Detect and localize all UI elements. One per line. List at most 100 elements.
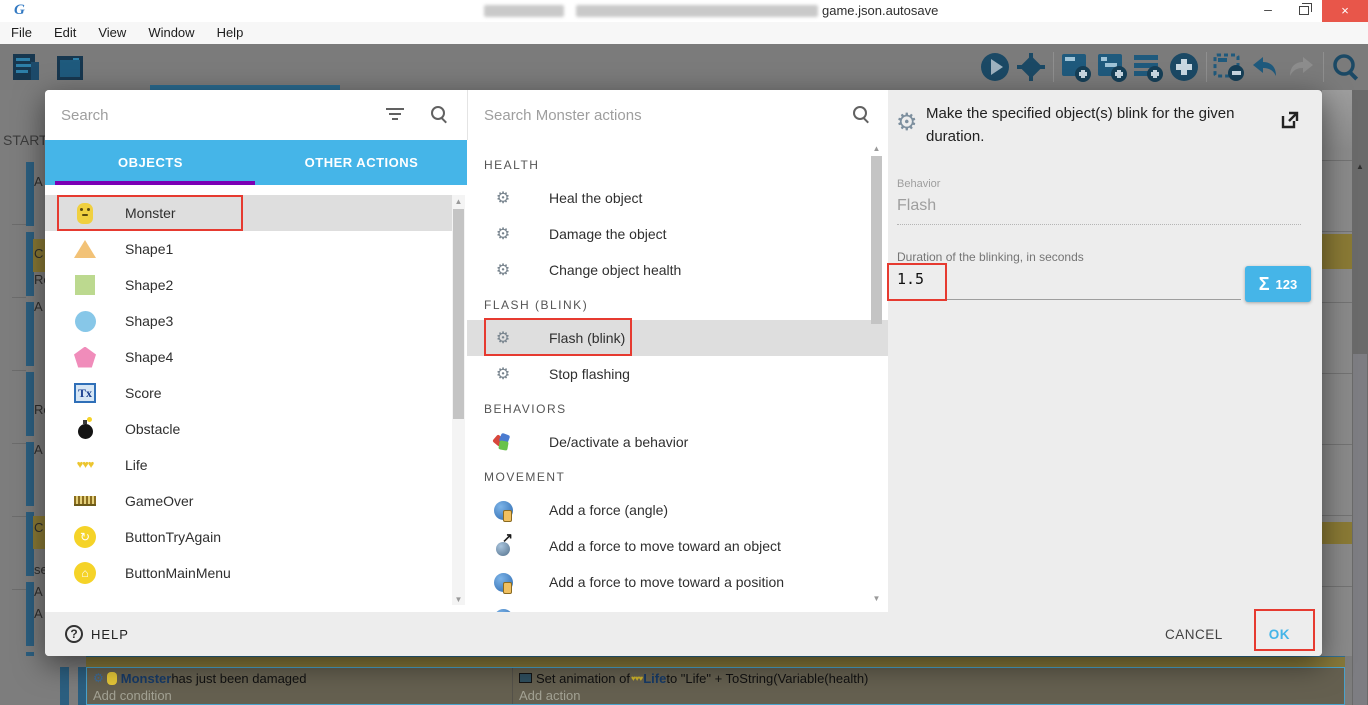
object-label: GameOver <box>125 493 194 509</box>
events-sheet-left-edge: START A C Re A Re A C se A A H <box>0 90 45 705</box>
banner-icon <box>73 489 97 513</box>
action-item-flash-blink[interactable]: ⚙ Flash (blink) <box>467 320 888 356</box>
object-item-buttontryagain[interactable]: ↻ ButtonTryAgain <box>45 519 452 555</box>
behavior-gear-icon: ⚙ <box>93 671 104 685</box>
scroll-up-icon[interactable]: ▲ <box>870 144 883 153</box>
events-start-label: START <box>3 132 45 148</box>
tab-objects[interactable]: OBJECTS <box>45 140 256 185</box>
scroll-down-icon[interactable]: ▼ <box>452 595 465 604</box>
scroll-up-icon[interactable]: ▲ <box>1352 162 1368 171</box>
object-item-shape4[interactable]: Shape4 <box>45 339 452 375</box>
help-button[interactable]: ? HELP <box>65 625 129 643</box>
actions-list-scrollbar[interactable]: ▲ ▼ <box>870 144 883 604</box>
action-parameters-panel: ⚙ Make the specified object(s) blink for… <box>887 90 1322 612</box>
search-icon[interactable] <box>431 106 449 124</box>
search-toolbar-button <box>1328 49 1364 85</box>
menu-window[interactable]: Window <box>137 22 205 44</box>
tab-other-actions-label: OTHER ACTIONS <box>304 155 419 170</box>
blurred-title-segment <box>484 5 564 17</box>
action-item-change-health[interactable]: ⚙ Change object health <box>467 252 888 288</box>
selected-event-fragment <box>1322 522 1352 544</box>
selected-event-fragment <box>1322 234 1352 269</box>
window-scrollbar-thumb[interactable] <box>1353 354 1367 705</box>
gear-icon: ⚙ <box>495 366 511 383</box>
object-item-shape3[interactable]: Shape3 <box>45 303 452 339</box>
object-label: Shape2 <box>125 277 174 293</box>
action-item-partial[interactable] <box>467 600 888 612</box>
object-item-obstacle[interactable]: Obstacle <box>45 411 452 447</box>
section-header-behaviors: BEHAVIORS <box>484 402 567 416</box>
action-text: to "Life" + ToString(Variable(health) <box>666 670 869 686</box>
add-sub-event-button <box>1094 49 1130 85</box>
action-item-deactivate-behavior[interactable]: De/activate a behavior <box>467 424 888 460</box>
action-item-stop-flashing[interactable]: ⚙ Stop flashing <box>467 356 888 392</box>
actions-search-input[interactable] <box>484 100 784 130</box>
objects-list-scrollbar[interactable]: ▲ ▼ <box>452 195 465 605</box>
add-comment-button <box>1130 49 1166 85</box>
object-item-shape2[interactable]: Shape2 <box>45 267 452 303</box>
menu-view[interactable]: View <box>87 22 137 44</box>
object-item-monster[interactable]: Monster <box>45 195 452 231</box>
object-item-gameover[interactable]: GameOver <box>45 483 452 519</box>
redo-button <box>1283 49 1319 85</box>
action-item-add-force-object[interactable]: Add a force to move toward an object <box>467 528 888 564</box>
objects-tab-bar: OBJECTS OTHER ACTIONS <box>45 140 467 185</box>
open-in-new-icon[interactable] <box>1280 110 1300 130</box>
condition-text: has just been damaged <box>171 670 307 686</box>
action-item-add-force-angle[interactable]: Add a force (angle) <box>467 492 888 528</box>
menu-edit[interactable]: Edit <box>43 22 87 44</box>
object-item-score[interactable]: Tx Score <box>45 375 452 411</box>
force-toward-object-icon <box>491 530 515 558</box>
cancel-button[interactable]: CANCEL <box>1165 627 1223 642</box>
action-label: Change object health <box>549 262 682 278</box>
event-text-fragment: se <box>34 562 45 577</box>
menu-help[interactable]: Help <box>206 22 255 44</box>
action-label: Heal the object <box>549 190 643 206</box>
object-label: Life <box>125 457 148 473</box>
close-button[interactable]: × <box>1322 0 1368 22</box>
project-manager-button <box>8 50 44 86</box>
object-item-shape1[interactable]: Shape1 <box>45 231 452 267</box>
gdevelop-logo-icon: G <box>14 2 25 18</box>
duration-field-underline <box>897 299 1241 300</box>
objects-search-input[interactable] <box>61 100 361 130</box>
toolbar-divider <box>1206 52 1207 82</box>
digits-label: 123 <box>1275 276 1298 292</box>
action-item-add-force-position[interactable]: Add a force to move toward a position <box>467 564 888 600</box>
home-icon: ⌂ <box>73 561 97 585</box>
action-label: Stop flashing <box>549 366 630 382</box>
question-icon: ? <box>65 625 83 643</box>
expression-editor-button[interactable]: Σ 123 <box>1245 266 1311 302</box>
menu-file[interactable]: File <box>0 22 43 44</box>
debug-button <box>1013 49 1049 85</box>
tab-other-actions[interactable]: OTHER ACTIONS <box>256 140 467 185</box>
event-text-fragment: A <box>34 606 43 621</box>
selected-event-edge <box>86 656 1345 667</box>
object-label: ButtonMainMenu <box>125 565 231 581</box>
window-scrollbar[interactable]: ▲ ▼ <box>1352 90 1368 705</box>
action-item-heal[interactable]: ⚙ Heal the object <box>467 180 888 216</box>
behavior-field-underline <box>897 224 1301 225</box>
duration-input[interactable] <box>897 270 1227 288</box>
objects-scrollbar-thumb[interactable] <box>453 209 464 419</box>
filter-icon[interactable] <box>385 108 405 122</box>
menu-bar: File Edit View Window Help <box>0 22 1368 44</box>
minimize-button[interactable]: – <box>1252 0 1284 22</box>
section-header-movement: MOVEMENT <box>484 470 566 484</box>
scroll-up-icon[interactable]: ▲ <box>452 197 465 206</box>
scroll-down-icon[interactable]: ▼ <box>870 594 883 603</box>
actions-scrollbar-thumb[interactable] <box>871 156 882 324</box>
maximize-button[interactable] <box>1288 0 1320 22</box>
object-label: ButtonTryAgain <box>125 529 221 545</box>
force-icon <box>491 570 515 594</box>
retry-icon: ↻ <box>73 525 97 549</box>
search-icon[interactable] <box>853 106 871 124</box>
monster-icon <box>73 201 97 225</box>
object-item-buttonmainmenu[interactable]: ⌂ ButtonMainMenu <box>45 555 452 591</box>
events-sheet-bottom: ⚙ Monster has just been damaged Add cond… <box>0 656 1352 705</box>
gear-icon: ⚙ <box>495 226 511 243</box>
action-item-damage[interactable]: ⚙ Damage the object <box>467 216 888 252</box>
ok-button[interactable]: OK <box>1269 627 1290 642</box>
object-item-life[interactable]: ♥♥♥ Life <box>45 447 452 483</box>
add-button <box>1166 49 1202 85</box>
